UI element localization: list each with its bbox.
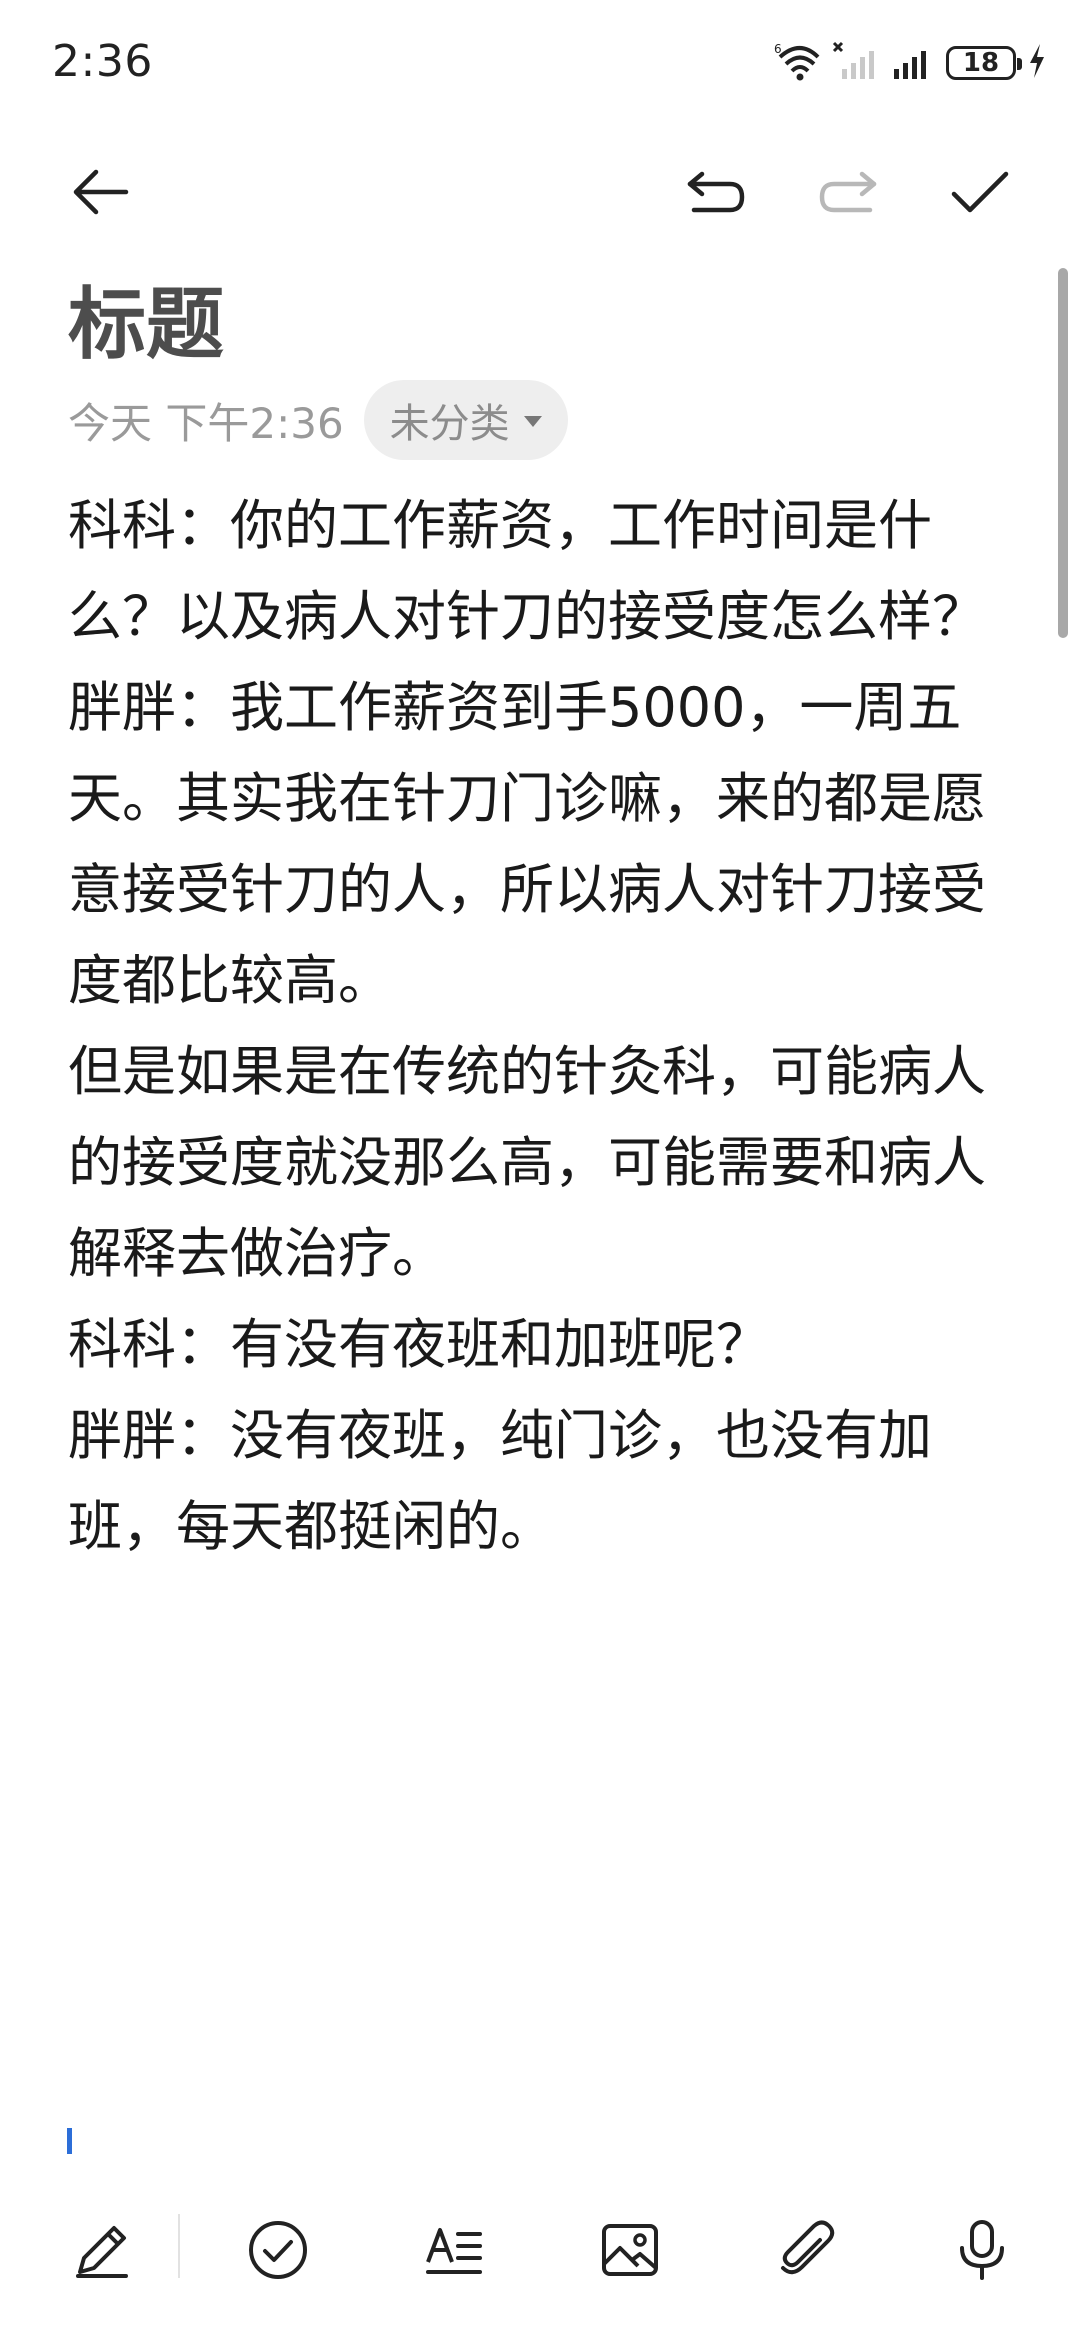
status-time: 2:36 [52,36,153,87]
checklist-icon [249,2221,307,2279]
note-paragraph: 科科：你的工作薪资，工作时间是什么？以及病人对针刀的接受度怎么样？ [68,494,986,648]
note-date: 今天 下午2:36 [68,398,344,448]
status-bar: 2:36 6 18 [0,0,1080,120]
redo-button[interactable] [812,160,884,224]
back-arrow-icon [73,169,129,215]
text-format-icon [426,2228,482,2274]
svg-text:6: 6 [774,42,782,56]
insert-image-button[interactable] [590,2210,670,2290]
undo-button[interactable] [680,160,752,224]
dropdown-arrow-icon [523,416,542,427]
category-dropdown[interactable]: 未分类 [363,380,568,460]
voice-input-button[interactable] [942,2210,1022,2290]
signal-no-sim-icon [832,41,878,85]
battery-icon: 18 [946,46,1022,80]
redo-icon [819,171,877,213]
attachment-icon [781,2220,835,2275]
checklist-button[interactable] [238,2210,318,2290]
note-meta: 今天 下午2:36 未分类 [68,380,568,460]
back-button[interactable] [64,160,136,224]
note-paragraph: 但是如果是在传统的针灸科，可能病人的接受度就没那么高，可能需要和病人解释去做治疗… [68,1040,986,1285]
signal-icon [890,41,934,85]
note-paragraph: 胖胖：我工作薪资到手5000，一周五天。其实我在针刀门诊嘛，来的都是愿意接受针刀… [68,676,986,1012]
note-paragraph: 科科：有没有夜班和加班呢？ [68,1313,770,1376]
pen-icon [76,2226,128,2278]
category-label: 未分类 [389,401,510,447]
editor-toolbar [0,140,1080,240]
toolbar-divider [178,2214,180,2278]
battery-level: 18 [962,48,1000,78]
undo-icon [687,171,745,213]
note-title[interactable]: 标题 [68,262,224,374]
done-button[interactable] [944,160,1016,224]
handwriting-button[interactable] [62,2210,142,2290]
note-paragraph: 胖胖：没有夜班，纯门诊，也没有加班，每天都挺闲的。 [68,1404,932,1558]
image-icon [602,2224,658,2276]
scrollbar[interactable] [1058,268,1068,638]
microphone-icon [960,2220,1004,2280]
bottom-toolbar [0,2190,1080,2331]
text-format-button[interactable] [414,2210,494,2290]
wifi-icon: 6 [774,41,820,85]
attachment-button[interactable] [766,2210,846,2290]
status-icons: 6 18 [774,38,1046,88]
charging-icon [1028,44,1046,82]
note-body[interactable]: 科科：你的工作薪资，工作时间是什么？以及病人对针刀的接受度怎么样？ 胖胖：我工作… [68,480,1028,1572]
checkmark-icon [951,171,1009,213]
text-cursor [67,2128,72,2154]
